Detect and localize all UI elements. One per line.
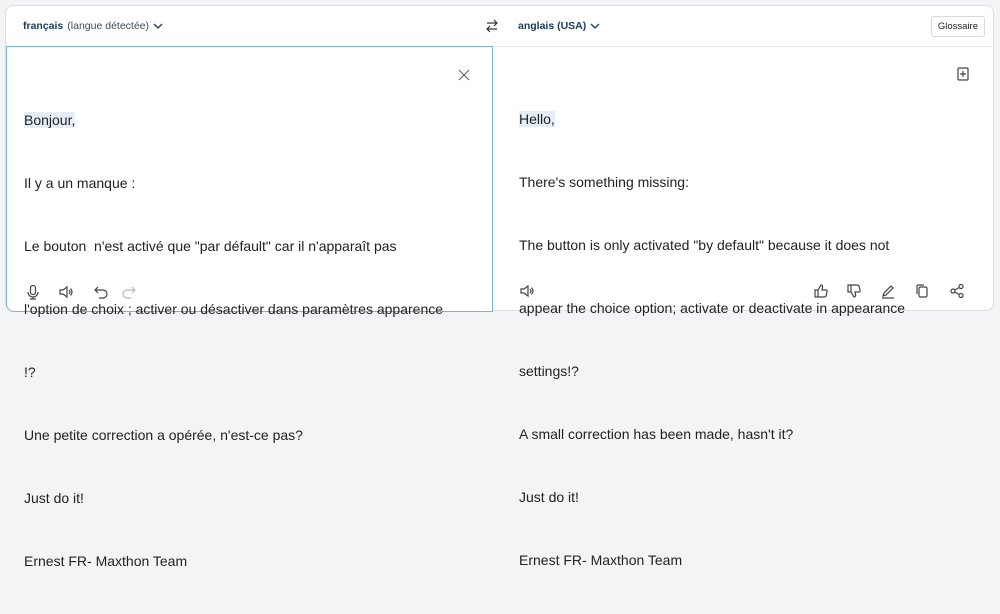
language-bar: français (langue détectée) anglais (USA)…	[6, 6, 993, 47]
undo-icon[interactable]	[93, 284, 109, 300]
chevron-down-icon	[153, 23, 163, 29]
target-text: Hello, There's something missing: The bu…	[519, 67, 905, 613]
source-line: Just do it!	[24, 490, 84, 506]
swap-languages-icon[interactable]	[484, 18, 500, 34]
thumbs-up-icon[interactable]	[813, 283, 829, 299]
microphone-icon[interactable]	[25, 284, 41, 300]
source-line: Bonjour,	[24, 112, 76, 128]
source-language-label: français	[23, 20, 64, 32]
clear-text-icon[interactable]	[456, 67, 472, 83]
source-line: l'option de choix ; activer ou désactive…	[24, 301, 444, 317]
chevron-down-icon	[590, 23, 600, 29]
save-translation-icon[interactable]	[955, 66, 971, 82]
source-line: Le bouton n'est activé que "par défault"…	[24, 238, 397, 254]
speaker-icon[interactable]	[519, 283, 535, 299]
target-language-selector[interactable]: anglais (USA)	[518, 20, 600, 32]
target-language-label: anglais (USA)	[518, 20, 587, 32]
detected-language-note: (langue détectée)	[67, 20, 150, 32]
source-language-selector[interactable]: français (langue détectée)	[23, 20, 163, 32]
speaker-icon[interactable]	[58, 284, 74, 300]
target-line: Just do it!	[519, 489, 579, 505]
edit-icon[interactable]	[880, 283, 896, 299]
target-line: Hello,	[519, 111, 555, 127]
target-line: settings!?	[519, 363, 579, 379]
target-text-panel: Hello, There's something missing: The bu…	[493, 46, 993, 568]
translator-panel: français (langue détectée) anglais (USA)…	[5, 5, 994, 569]
target-line: appear the choice option; activate or de…	[519, 300, 906, 316]
share-icon[interactable]	[949, 283, 965, 299]
source-line: Ernest FR- Maxthon Team	[24, 553, 188, 569]
thumbs-down-icon[interactable]	[846, 283, 862, 299]
copy-icon[interactable]	[914, 283, 930, 299]
source-line: !?	[24, 364, 36, 380]
redo-icon[interactable]	[121, 284, 137, 300]
target-line: A small correction has been made, hasn't…	[519, 426, 794, 442]
glossary-button[interactable]: Glossaire	[930, 16, 985, 37]
target-line: Ernest FR- Maxthon Team	[519, 552, 683, 568]
target-line: There's something missing:	[519, 174, 689, 190]
source-text-panel[interactable]: Bonjour, Il y a un manque : Le bouton n'…	[6, 46, 493, 569]
source-textarea[interactable]: Bonjour, Il y a un manque : Le bouton n'…	[24, 68, 443, 614]
source-line: Il y a un manque :	[24, 175, 136, 191]
source-line: Une petite correction a opérée, n'est-ce…	[24, 427, 303, 443]
target-line: The button is only activated "by default…	[519, 237, 890, 253]
